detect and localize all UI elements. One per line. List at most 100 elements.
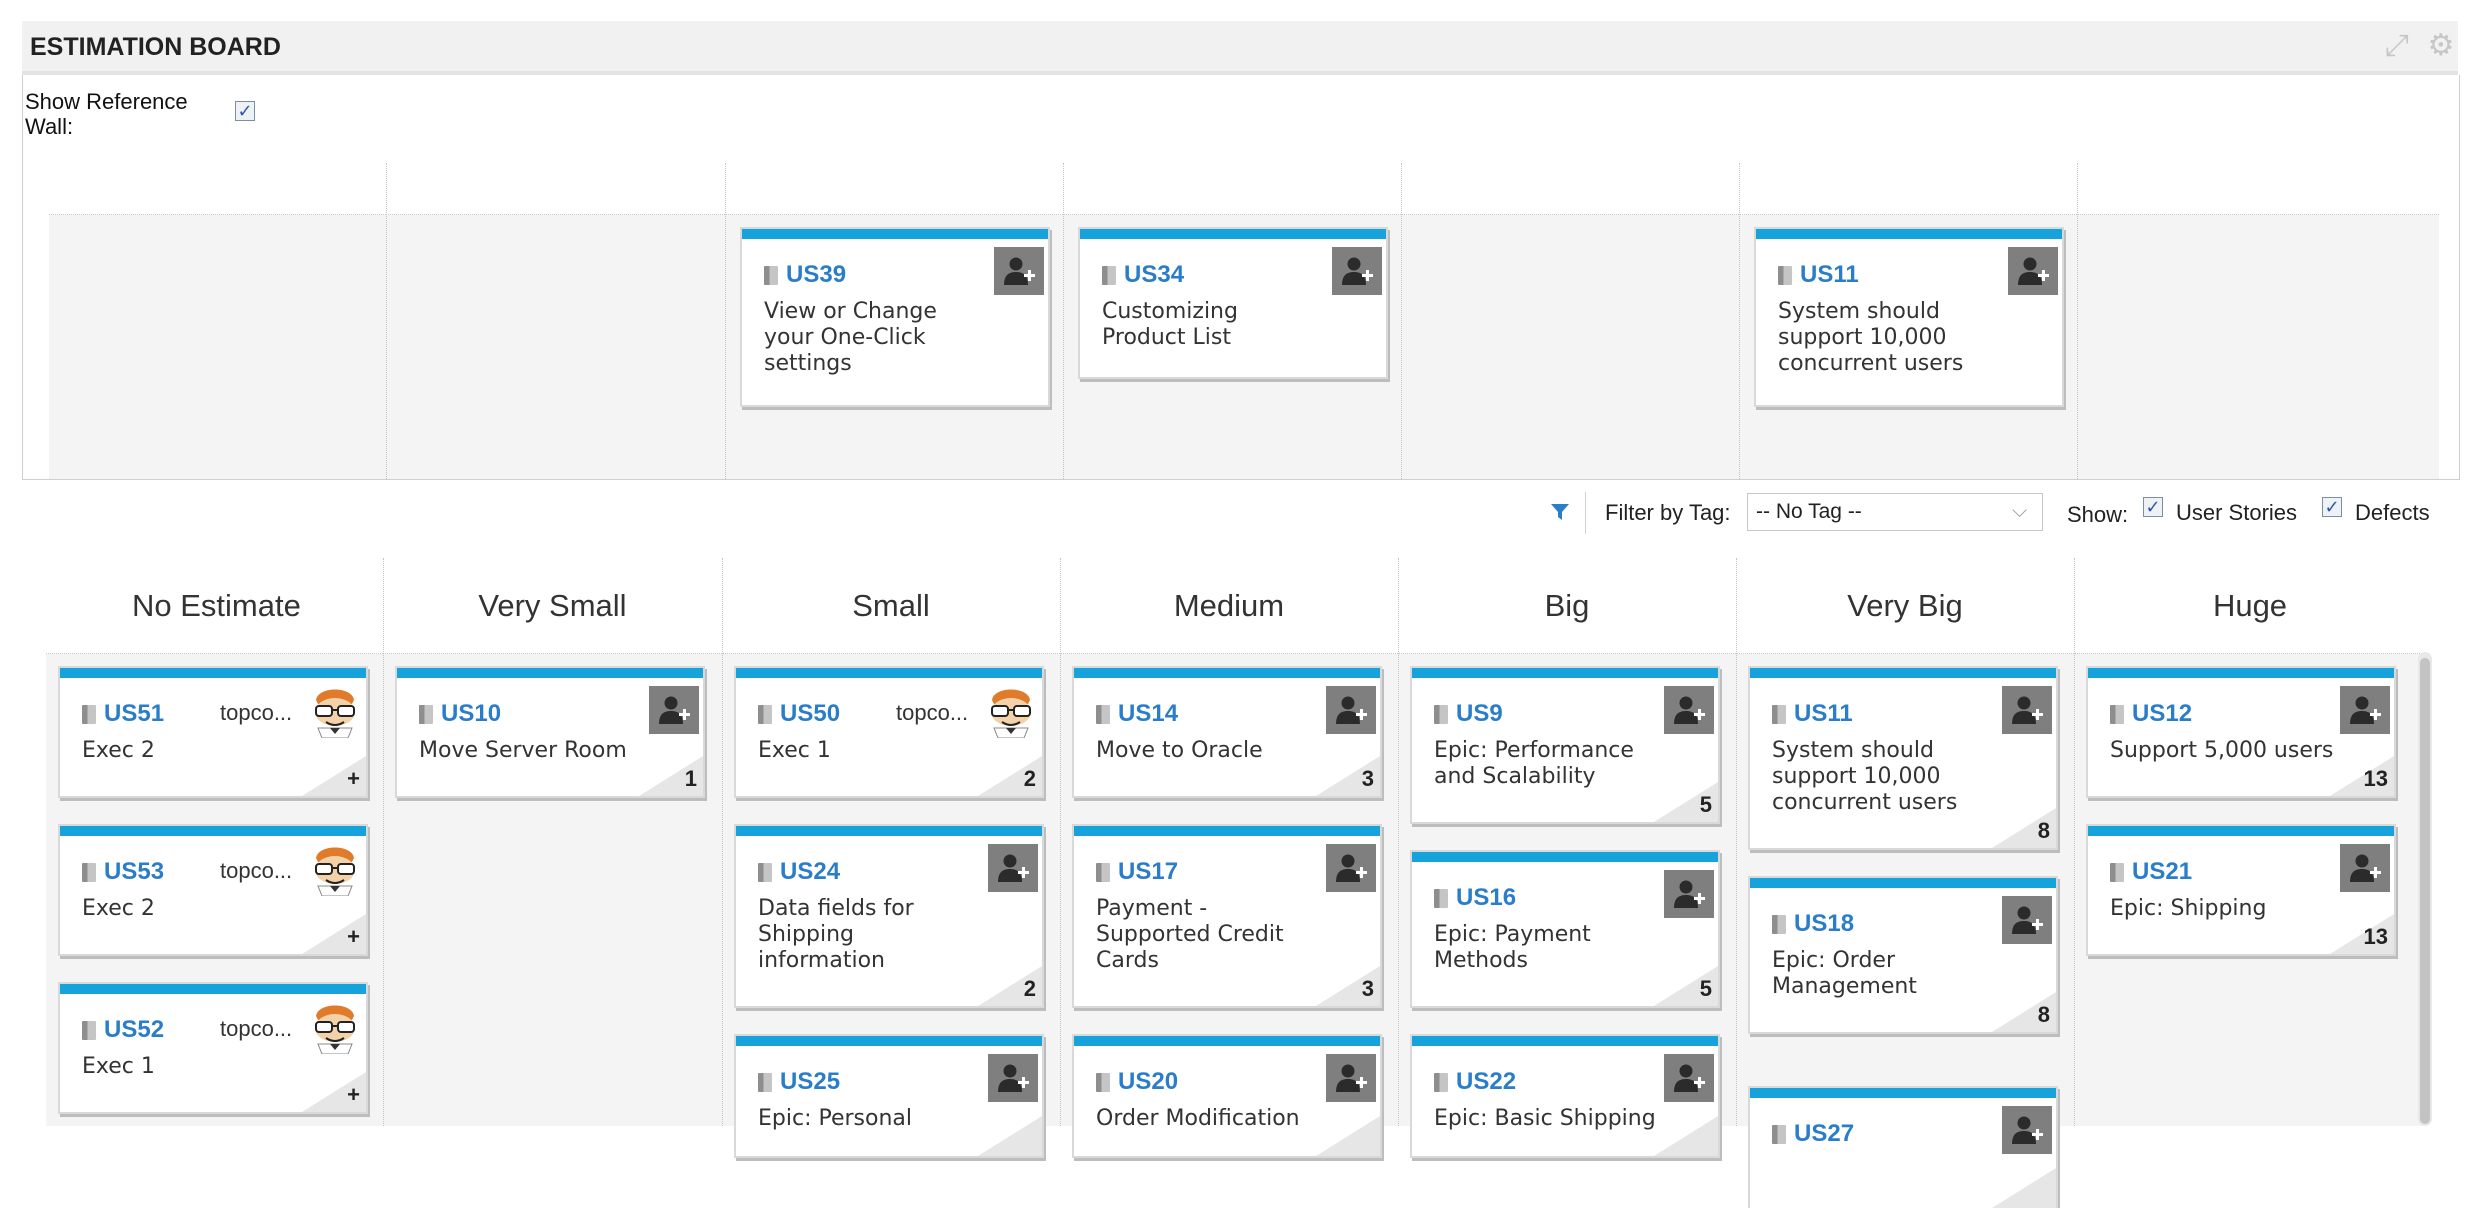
story-id-link[interactable]: US11 [1772, 700, 1853, 728]
story-id[interactable]: US50 [780, 700, 840, 728]
story-id-link[interactable]: US24 [758, 858, 840, 886]
story-id[interactable]: US14 [1118, 700, 1178, 728]
story-id[interactable]: US12 [2132, 700, 2192, 728]
story-card[interactable]: US10 Move Server Room 1 [397, 668, 703, 796]
story-id-link[interactable]: US51 [82, 700, 164, 728]
story-id[interactable]: US27 [1794, 1120, 1854, 1148]
story-id-link[interactable]: US34 [1102, 261, 1184, 289]
story-id[interactable]: US52 [104, 1016, 164, 1044]
story-card[interactable]: US14 Move to Oracle 3 [1074, 668, 1380, 796]
assign-owner-button[interactable] [1664, 870, 1714, 918]
show-reference-wall-checkbox[interactable]: ✓ [235, 101, 255, 122]
story-id-link[interactable]: US53 [82, 858, 164, 886]
story-estimate[interactable]: 5 [1700, 792, 1712, 818]
story-id-link[interactable]: US11 [1778, 261, 1859, 289]
assign-owner-button[interactable] [1326, 1054, 1376, 1102]
story-id-link[interactable]: US10 [419, 700, 501, 728]
defects-checkbox[interactable]: ✓ [2322, 497, 2342, 518]
story-id-link[interactable]: US20 [1096, 1068, 1178, 1096]
story-card[interactable]: US11 System should support 10,000 concurren… [1750, 668, 2056, 848]
board-scrollbar[interactable] [2418, 652, 2432, 1126]
assign-owner-button[interactable] [1332, 247, 1382, 295]
story-id-link[interactable]: US16 [1434, 884, 1516, 912]
assign-owner-button[interactable] [2002, 686, 2052, 734]
story-card[interactable]: US25 Epic: Personal [736, 1036, 1042, 1156]
story-id[interactable]: US17 [1118, 858, 1178, 886]
story-estimate[interactable]: 8 [2038, 818, 2050, 844]
user-stories-checkbox[interactable]: ✓ [2143, 497, 2163, 518]
story-id[interactable]: US51 [104, 700, 164, 728]
story-id[interactable]: US9 [1456, 700, 1503, 728]
story-id[interactable]: US16 [1456, 884, 1516, 912]
story-card[interactable]: US11 System should support 10,000 concurren… [1756, 229, 2062, 405]
story-card[interactable]: US17 Payment - Supported Credit Cards 3 [1074, 826, 1380, 1006]
story-estimate[interactable]: 3 [1362, 766, 1374, 792]
story-estimate[interactable]: 3 [1362, 976, 1374, 1002]
story-card[interactable]: US24 Data fields for Shipping information 2 [736, 826, 1042, 1006]
filter-icon[interactable] [1549, 501, 1571, 523]
story-card[interactable]: US27 [1750, 1088, 2056, 1208]
story-card[interactable]: US34 Customizing Product List [1080, 229, 1386, 377]
assign-owner-button[interactable] [988, 844, 1038, 892]
assign-owner-button[interactable] [1326, 686, 1376, 734]
story-id[interactable]: US20 [1118, 1068, 1178, 1096]
assign-owner-button[interactable] [994, 247, 1044, 295]
story-card[interactable]: US22 Epic: Basic Shipping [1412, 1036, 1718, 1156]
story-id[interactable]: US24 [780, 858, 840, 886]
story-card[interactable]: US16 Epic: Payment Methods 5 [1412, 852, 1718, 1006]
story-id-link[interactable]: US22 [1434, 1068, 1516, 1096]
story-id[interactable]: US10 [441, 700, 501, 728]
story-id-link[interactable]: US25 [758, 1068, 840, 1096]
story-card[interactable]: US39 View or Change your One-Click settings [742, 229, 1048, 405]
assign-owner-button[interactable] [2002, 896, 2052, 944]
story-id[interactable]: US21 [2132, 858, 2192, 886]
story-id-link[interactable]: US27 [1772, 1120, 1854, 1148]
story-id[interactable]: US11 [1800, 261, 1859, 289]
scrollbar-thumb[interactable] [2420, 658, 2430, 1124]
assign-owner-button[interactable] [2340, 844, 2390, 892]
story-estimate[interactable]: 2 [1024, 976, 1036, 1002]
story-card[interactable]: US51 topco... Exec 2 + [60, 668, 366, 796]
story-id-link[interactable]: US52 [82, 1016, 164, 1044]
assign-owner-button[interactable] [2002, 1106, 2052, 1154]
assign-owner-button[interactable] [649, 686, 699, 734]
story-card[interactable]: US50 topco... Exec 1 2 [736, 668, 1042, 796]
story-id-link[interactable]: US39 [764, 261, 846, 289]
story-estimate[interactable]: 1 [685, 766, 697, 792]
expand-icon[interactable]: ⤢ [2380, 29, 2414, 63]
story-estimate[interactable]: 2 [1024, 766, 1036, 792]
story-id-link[interactable]: US17 [1096, 858, 1178, 886]
assign-owner-button[interactable] [2008, 247, 2058, 295]
gear-icon[interactable]: ⚙ [2424, 29, 2458, 63]
story-card[interactable]: US20 Order Modification [1074, 1036, 1380, 1156]
assign-owner-button[interactable] [1664, 1054, 1714, 1102]
story-card[interactable]: US53 topco... Exec 2 + [60, 826, 366, 954]
assign-owner-button[interactable] [2340, 686, 2390, 734]
story-id[interactable]: US39 [786, 261, 846, 289]
story-estimate[interactable]: 13 [2364, 924, 2388, 950]
story-id[interactable]: US34 [1124, 261, 1184, 289]
assign-owner-button[interactable] [1664, 686, 1714, 734]
story-id[interactable]: US18 [1794, 910, 1854, 938]
story-id[interactable]: US53 [104, 858, 164, 886]
assign-owner-button[interactable] [988, 1054, 1038, 1102]
story-id-link[interactable]: US14 [1096, 700, 1178, 728]
story-card[interactable]: US12 Support 5,000 users 13 [2088, 668, 2394, 796]
story-id[interactable]: US22 [1456, 1068, 1516, 1096]
story-id-link[interactable]: US18 [1772, 910, 1854, 938]
story-id-link[interactable]: US50 [758, 700, 840, 728]
story-card[interactable]: US21 Epic: Shipping 13 [2088, 826, 2394, 954]
story-id[interactable]: US25 [780, 1068, 840, 1096]
story-estimate[interactable]: 8 [2038, 1002, 2050, 1028]
story-estimate[interactable]: + [347, 766, 360, 792]
assign-owner-button[interactable] [1326, 844, 1376, 892]
story-card[interactable]: US18 Epic: Order Management 8 [1750, 878, 2056, 1032]
tag-select[interactable]: -- No Tag -- ⌵ [1747, 493, 2043, 531]
story-id-link[interactable]: US9 [1434, 700, 1503, 728]
story-estimate[interactable]: 5 [1700, 976, 1712, 1002]
story-card[interactable]: US52 topco... Exec 1 + [60, 984, 366, 1112]
story-card[interactable]: US9 Epic: Performance and Scalability 5 [1412, 668, 1718, 822]
story-id-link[interactable]: US12 [2110, 700, 2192, 728]
story-id[interactable]: US11 [1794, 700, 1853, 728]
story-id-link[interactable]: US21 [2110, 858, 2192, 886]
